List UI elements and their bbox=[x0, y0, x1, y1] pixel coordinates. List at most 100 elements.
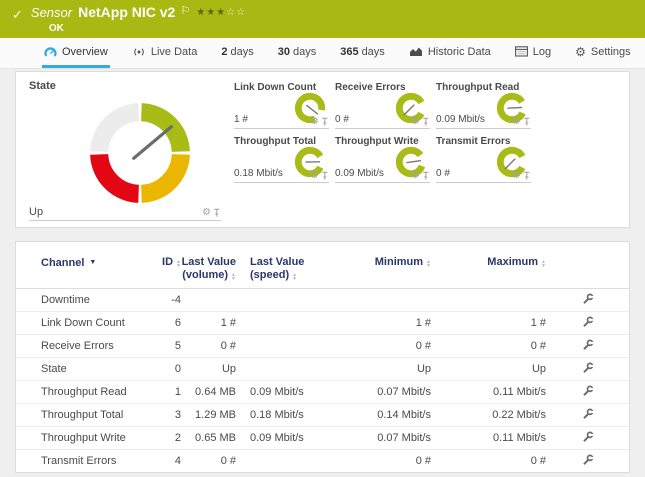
table-row[interactable]: Downtime -4 bbox=[16, 289, 629, 312]
cell-id: 0 bbox=[141, 358, 181, 381]
cell-id: 2 bbox=[141, 427, 181, 450]
cell-channel: Downtime bbox=[16, 289, 141, 312]
pin-icon[interactable] bbox=[523, 171, 531, 181]
channel-settings-wrench-icon[interactable] bbox=[582, 339, 594, 351]
gear-icon[interactable]: ⚙ bbox=[411, 171, 420, 181]
cell-channel: Throughput Total bbox=[16, 404, 141, 427]
pin-icon[interactable] bbox=[523, 117, 531, 127]
cell-id: 5 bbox=[141, 335, 181, 358]
tab-30-days[interactable]: 30 days bbox=[276, 38, 319, 68]
star-filled-icon[interactable]: ★ bbox=[206, 7, 216, 18]
tab-label: Overview bbox=[62, 46, 108, 58]
star-empty-icon[interactable]: ☆ bbox=[236, 7, 246, 18]
table-row[interactable]: Throughput Total 3 1.29 MB 0.18 Mbit/s 0… bbox=[16, 404, 629, 427]
table-row[interactable]: Throughput Read 1 0.64 MB 0.09 Mbit/s 0.… bbox=[16, 381, 629, 404]
cell-last-value-volume bbox=[181, 289, 236, 312]
cell-channel: Link Down Count bbox=[16, 312, 141, 335]
gauge-value: 0.09 Mbit/s bbox=[335, 168, 384, 179]
prtg-sensor-page: ✓ Sensor NetApp NIC v2 ⚐ ★★★☆☆ OK Overvi… bbox=[0, 0, 645, 477]
tab-2-days[interactable]: 2 days bbox=[219, 38, 255, 68]
pin-icon[interactable] bbox=[422, 171, 430, 181]
sensor-name: NetApp NIC v2 bbox=[78, 5, 175, 20]
channel-settings-wrench-icon[interactable] bbox=[582, 408, 594, 420]
status-ok-check-icon: ✓ bbox=[12, 7, 23, 23]
cell-maximum: 0.22 Mbit/s bbox=[431, 404, 546, 427]
cell-last-value-speed: 0.09 Mbit/s bbox=[236, 381, 346, 404]
mini-gauge-grid: Link Down Count 1 # ⚙ Receive Errors 0 #… bbox=[234, 80, 623, 227]
channel-settings-wrench-icon[interactable] bbox=[582, 385, 594, 397]
gear-icon[interactable]: ⚙ bbox=[202, 208, 211, 218]
overview-gauge-icon bbox=[44, 46, 57, 58]
column-header-actions bbox=[546, 248, 629, 289]
tab-label: Live Data bbox=[151, 46, 197, 58]
column-header-maximum[interactable]: Maximum▲▼ bbox=[431, 248, 546, 289]
channel-table: Channel▼ ID▲▼ Last Value (volume)▲▼ Last… bbox=[16, 248, 629, 472]
column-header-id[interactable]: ID▲▼ bbox=[141, 248, 181, 289]
gauge-value: 0 # bbox=[335, 114, 349, 125]
star-filled-icon[interactable]: ★ bbox=[196, 7, 206, 18]
column-header-minimum[interactable]: Minimum▲▼ bbox=[346, 248, 431, 289]
column-header-channel[interactable]: Channel▼ bbox=[16, 248, 141, 289]
star-rating[interactable]: ★★★☆☆ bbox=[196, 5, 246, 20]
channel-settings-wrench-icon[interactable] bbox=[582, 454, 594, 466]
column-header-last-value-speed[interactable]: Last Value (speed)▲▼ bbox=[236, 248, 346, 289]
object-type-label: Sensor bbox=[31, 5, 72, 20]
pin-icon[interactable] bbox=[213, 208, 221, 218]
table-row[interactable]: Receive Errors 5 0 # 0 # 0 # bbox=[16, 335, 629, 358]
tab-log[interactable]: Log bbox=[513, 38, 553, 68]
table-row[interactable]: Link Down Count 6 1 # 1 # 1 # bbox=[16, 312, 629, 335]
cell-id: 3 bbox=[141, 404, 181, 427]
pin-icon[interactable] bbox=[422, 117, 430, 127]
sort-icon: ▲▼ bbox=[176, 260, 181, 268]
tab-live-data[interactable]: Live Data bbox=[130, 38, 199, 68]
tab-settings[interactable]: ⚙ Settings bbox=[573, 38, 633, 68]
gear-icon[interactable]: ⚙ bbox=[411, 117, 420, 127]
cell-channel: Throughput Read bbox=[16, 381, 141, 404]
gear-icon[interactable]: ⚙ bbox=[512, 117, 521, 127]
tab-label: days bbox=[362, 46, 385, 58]
channel-gauge-tile: Receive Errors 0 # ⚙ bbox=[335, 82, 430, 129]
state-gauge-dial bbox=[81, 94, 221, 217]
channel-settings-wrench-icon[interactable] bbox=[582, 431, 594, 443]
cell-last-value-speed bbox=[236, 335, 346, 358]
tab-label-number: 30 bbox=[278, 46, 290, 58]
channel-settings-wrench-icon[interactable] bbox=[582, 293, 594, 305]
table-row[interactable]: State 0 Up Up Up bbox=[16, 358, 629, 381]
state-gauge-section: State Up ⚙ bbox=[29, 80, 221, 227]
column-header-last-value-volume[interactable]: Last Value (volume)▲▼ bbox=[181, 248, 236, 289]
cell-minimum: 0 # bbox=[346, 335, 431, 358]
cell-last-value-volume: 0.64 MB bbox=[181, 381, 236, 404]
cell-id: 1 bbox=[141, 381, 181, 404]
sensor-title-block: Sensor NetApp NIC v2 ⚐ ★★★☆☆ OK bbox=[31, 0, 246, 35]
cell-minimum: Up bbox=[346, 358, 431, 381]
cell-minimum: 0.14 Mbit/s bbox=[346, 404, 431, 427]
table-row[interactable]: Transmit Errors 4 0 # 0 # 0 # bbox=[16, 450, 629, 473]
tab-overview[interactable]: Overview bbox=[42, 38, 110, 68]
pin-icon[interactable] bbox=[321, 117, 329, 127]
tab-historic-data[interactable]: Historic Data bbox=[407, 38, 493, 68]
cell-minimum: 0.07 Mbit/s bbox=[346, 427, 431, 450]
live-data-icon bbox=[132, 46, 146, 58]
tab-365-days[interactable]: 365 days bbox=[338, 38, 387, 68]
cell-channel: Transmit Errors bbox=[16, 450, 141, 473]
sort-icon: ▲▼ bbox=[292, 273, 297, 281]
channel-settings-wrench-icon[interactable] bbox=[582, 362, 594, 374]
cell-maximum: 0.11 Mbit/s bbox=[431, 427, 546, 450]
channel-gauge-tile: Throughput Read 0.09 Mbit/s ⚙ bbox=[436, 82, 531, 129]
tab-label-number: 2 bbox=[221, 46, 227, 58]
priority-flag-icon[interactable]: ⚐ bbox=[180, 4, 190, 19]
star-filled-icon[interactable]: ★ bbox=[216, 7, 226, 18]
gear-icon[interactable]: ⚙ bbox=[512, 171, 521, 181]
sort-icon: ▲▼ bbox=[541, 260, 546, 268]
gear-icon[interactable]: ⚙ bbox=[310, 117, 319, 127]
table-row[interactable]: Throughput Write 2 0.65 MB 0.09 Mbit/s 0… bbox=[16, 427, 629, 450]
cell-channel: Throughput Write bbox=[16, 427, 141, 450]
pin-icon[interactable] bbox=[321, 171, 329, 181]
cell-maximum: Up bbox=[431, 358, 546, 381]
cell-last-value-speed bbox=[236, 312, 346, 335]
channel-settings-wrench-icon[interactable] bbox=[582, 316, 594, 328]
channel-gauge-tile: Link Down Count 1 # ⚙ bbox=[234, 82, 329, 129]
gear-icon[interactable]: ⚙ bbox=[310, 171, 319, 181]
cell-id: 4 bbox=[141, 450, 181, 473]
star-empty-icon[interactable]: ☆ bbox=[226, 7, 236, 18]
